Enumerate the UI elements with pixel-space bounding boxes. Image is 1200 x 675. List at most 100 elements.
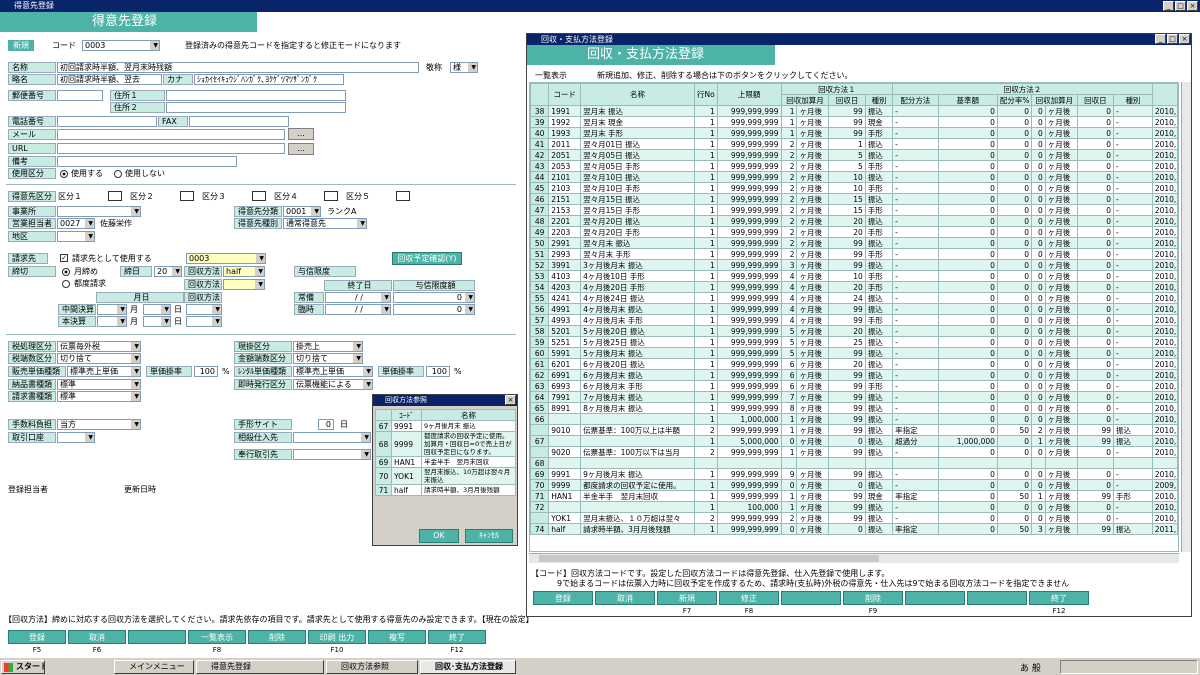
type-select[interactable]: 通常得意先 ▼ <box>283 218 367 229</box>
table-row[interactable]: 59 5251 5ヶ月後25日 振込 1 999,999,999 5 ヶ月後 25 振込 -0 0 0… <box>530 336 1178 348</box>
mid-day-select[interactable]: ▼ <box>143 304 171 315</box>
contra-select[interactable]: ▼ <box>293 449 371 460</box>
rate2-input[interactable]: 100 <box>426 366 450 377</box>
mid-collect-select[interactable]: ▼ <box>186 304 222 315</box>
popup-row[interactable]: 67 9991 9ヶ月後月末 振込 <box>375 420 516 432</box>
popup-close-button[interactable]: × <box>505 395 516 405</box>
address2-input[interactable] <box>166 102 346 113</box>
table-row[interactable]: 62 6991 6ヶ月後月末 振込 1 999,999,999 6 ヶ月後 99 振込 -0 0 0 ヶ… <box>530 369 1178 381</box>
cutoff-month-radio[interactable] <box>62 268 70 276</box>
table-row[interactable]: 72 1 100,000 1 ヶ月後 99 振込 -0 0 0 ヶ月後 0-2010, <box>530 501 1178 513</box>
table-row[interactable]: YOK1 翌月末振込、１０万超は翌々 2 999,999,999 2 ヶ月後 99 振込 -0 0… <box>530 512 1178 524</box>
mail-input[interactable] <box>57 129 285 140</box>
table-row[interactable]: 45 2103 翌々月10日 手形 1 999,999,999 2 ヶ月後 10 手形 -0 0 0 ヶ… <box>530 182 1178 194</box>
collection-confirm-button[interactable]: 回収予定確認(Y) <box>392 252 462 265</box>
bill-checkbox[interactable]: ✓ <box>60 254 68 262</box>
table-row[interactable]: 67 1 5,000,000 0 ヶ月後 0 振込 超過分 1,000,000 0 1 ヶ月後 99 振込… <box>530 435 1178 447</box>
taskbar-item[interactable]: メインメニュー 0001 集レ... <box>114 660 194 674</box>
horizontal-scrollbar[interactable] <box>529 553 1179 563</box>
regular-credit-select[interactable]: 0 ▼ <box>393 292 475 303</box>
table-row[interactable]: 51 2993 翌々月末 手形 1 999,999,999 2 ヶ月後 99 手形 -0 0 0 ヶ月後… <box>530 248 1178 260</box>
table-row[interactable]: 42 2051 翌々月05日 振込 1 999,999,999 2 ヶ月後 5 振込 -0 0 0 ヶ月… <box>530 149 1178 161</box>
note-site-input[interactable]: 0 <box>318 419 334 430</box>
sale-price-select[interactable]: 標準売上単価 ▼ <box>67 366 141 377</box>
fax-input[interactable] <box>189 116 289 127</box>
class5-checkbox[interactable] <box>396 191 410 201</box>
pay-fkey-5[interactable]: 削除 F9 <box>843 591 903 619</box>
taskbar-item[interactable]: 回収方法参照 <box>326 660 418 674</box>
url-input[interactable] <box>57 143 285 154</box>
table-row[interactable]: 64 7991 7ヶ月後月末 振込 1 999,999,999 7 ヶ月後 99 振込 -0 0 0 ヶ… <box>530 391 1178 403</box>
table-row[interactable]: 74 half 請求時半額、3月月後残額 1 999,999,999 0 ヶ月後 0 振込 率指定… <box>530 523 1178 535</box>
table-row[interactable]: 54 4203 4ヶ月後20日 手形 1 999,999,999 4 ヶ月後 20 手形 -0 0 0… <box>530 281 1178 293</box>
mail-browse-button[interactable]: ... <box>288 128 314 140</box>
tax-round-select[interactable]: 切り捨て ▼ <box>57 353 141 364</box>
table-row[interactable]: 41 2011 翌々月01日 振込 1 999,999,999 2 ヶ月後 1 振込 -0 0 0 ヶ月… <box>530 138 1178 150</box>
class2-checkbox[interactable] <box>180 191 194 201</box>
table-row[interactable]: 53 4103 4ヶ月後10日 手形 1 999,999,999 4 ヶ月後 10 手形 -0 0 0… <box>530 270 1178 282</box>
temp-credit-select[interactable]: 0 ▼ <box>393 304 475 315</box>
table-row[interactable]: 50 2991 翌々月末 振込 1 999,999,999 2 ヶ月後 99 振込 -0 0 0 ヶ月後… <box>530 237 1178 249</box>
main-fkey-0[interactable]: 登録 F5 <box>8 630 66 658</box>
vertical-scrollbar[interactable] <box>1181 82 1191 552</box>
table-row[interactable]: 60 5991 5ヶ月後月末 振込 1 999,999,999 5 ヶ月後 99 振込 -0 0 0 ヶ… <box>530 347 1178 359</box>
table-row[interactable]: 43 2053 翌々月05日 手形 1 999,999,999 2 ヶ月後 5 手形 -0 0 0 ヶ月… <box>530 160 1178 172</box>
main-fkey-3[interactable]: 一覧表示 F8 <box>188 630 246 658</box>
cash-select[interactable]: 掛売上 ▼ <box>293 341 363 352</box>
rate-input[interactable]: 100 <box>194 366 218 377</box>
main-day-select[interactable]: ▼ <box>143 316 171 327</box>
popup-ok-button[interactable]: OK <box>419 529 459 543</box>
table-row[interactable]: 65 8991 8ヶ月後月末 振込 1 999,999,999 8 ヶ月後 99 振込 -0 0 0 ヶ… <box>530 402 1178 414</box>
instant-select[interactable]: 伝票機能による ▼ <box>293 379 373 390</box>
main-fkey-6[interactable]: 複写 <box>368 630 426 658</box>
table-row[interactable]: 63 6993 6ヶ月後月末 手形 1 999,999,999 6 ヶ月後 99 手形 -0 0 0 ヶ… <box>530 380 1178 392</box>
table-row[interactable]: 68 <box>530 457 1178 469</box>
url-browse-button[interactable]: ... <box>288 143 314 155</box>
amount-round-select[interactable]: 切り捨て ▼ <box>293 353 363 364</box>
table-row[interactable]: 39 1992 翌月末 現金 1 999,999,999 1 ヶ月後 99 現金 -0 0 0 ヶ月後 0… <box>530 116 1178 128</box>
note-input[interactable] <box>57 156 237 167</box>
pay-close-button[interactable]: × <box>1179 34 1190 44</box>
main-fkey-5[interactable]: 印刷 出力 F10 <box>308 630 366 658</box>
pay-fkey-4[interactable] <box>781 591 841 619</box>
bill-code-select[interactable]: 0003 ▼ <box>186 253 266 264</box>
pay-fkey-1[interactable]: 取消 <box>595 591 655 619</box>
main-fkey-2[interactable] <box>128 630 186 658</box>
table-row[interactable]: 9020 伝票基準：100万以下は当月 2 999,999,999 1 ヶ月後 99 振込 -0… <box>530 446 1178 458</box>
office-select[interactable]: ▼ <box>57 206 141 217</box>
delivery-select[interactable]: 標準 ▼ <box>57 379 141 390</box>
table-row[interactable]: 56 4991 4ヶ月後月末 振込 1 999,999,999 4 ヶ月後 99 振込 -0 0 0 ヶ… <box>530 303 1178 315</box>
table-row[interactable]: 48 2201 翌々月20日 振込 1 999,999,999 2 ヶ月後 20 振込 -0 0 0 ヶ… <box>530 215 1178 227</box>
class4-checkbox[interactable] <box>324 191 338 201</box>
class1-checkbox[interactable] <box>108 191 122 201</box>
popup-row[interactable]: 69 HAN1 半金半手 翌月末回収 <box>375 456 516 468</box>
table-row[interactable]: 46 2151 翌々月15日 振込 1 999,999,999 2 ヶ月後 15 振込 -0 0 0 ヶ… <box>530 193 1178 205</box>
offset-select[interactable]: ▼ <box>293 432 371 443</box>
table-row[interactable]: 61 6201 6ヶ月後20日 振込 1 999,999,999 6 ヶ月後 20 振込 -0 0 0… <box>530 358 1178 370</box>
close-button[interactable]: × <box>1187 1 1198 11</box>
rental-select[interactable]: 標準売上単価 ▼ <box>293 366 373 377</box>
main-month-select[interactable]: ▼ <box>97 316 127 327</box>
pay-fkey-2[interactable]: 新規 F7 <box>657 591 717 619</box>
fee-select[interactable]: 当方 ▼ <box>57 419 141 430</box>
popup-row[interactable]: 68 9999 都度請求の回収予定に使用。加算月・回収日=0で売上日が回収予定日にな… <box>375 431 516 457</box>
popup-cancel-button[interactable]: ｷｬﾝｾﾙ <box>465 529 513 543</box>
table-row[interactable]: 57 4993 4ヶ月後月末 手形 1 999,999,999 4 ヶ月後 99 手形 -0 0 0 ヶ… <box>530 314 1178 326</box>
table-row[interactable]: 9010 伝票基準：100万以上は半額 2 999,999,999 1 ヶ月後 99 振込 率指… <box>530 424 1178 436</box>
invoice-select[interactable]: 標準 ▼ <box>57 391 141 402</box>
table-row[interactable]: 55 4241 4ヶ月後24日 振込 1 999,999,999 4 ヶ月後 24 振込 -0 0 0… <box>530 292 1178 304</box>
main-fkey-1[interactable]: 取消 F6 <box>68 630 126 658</box>
regular-date-select[interactable]: / / ▼ <box>325 292 391 303</box>
cutoff-each-radio[interactable] <box>62 280 70 288</box>
area-select[interactable]: ▼ <box>57 231 95 242</box>
main-collect-select[interactable]: ▼ <box>186 316 222 327</box>
table-row[interactable]: 49 2203 翌々月20日 手形 1 999,999,999 2 ヶ月後 20 手形 -0 0 0 ヶ… <box>530 226 1178 238</box>
table-row[interactable]: 44 2101 翌々月10日 振込 1 999,999,999 2 ヶ月後 10 振込 -0 0 0 ヶ… <box>530 171 1178 183</box>
popup-row[interactable]: 70 YOK1 翌月末振込、10万超は翌々月末振込 <box>375 467 516 485</box>
tax-select[interactable]: 伝票毎外税 ▼ <box>57 341 141 352</box>
table-row[interactable]: 71 HAN1 半金半手 翌月末回収 1 999,999,999 1 ヶ月後 99 現金 率指定 0… <box>530 490 1178 502</box>
code-select[interactable]: 0003 ▼ <box>82 40 160 51</box>
zip-input[interactable] <box>57 90 103 101</box>
table-row[interactable]: 47 2153 翌々月15日 手形 1 999,999,999 2 ヶ月後 15 手形 -0 0 0 ヶ… <box>530 204 1178 216</box>
table-row[interactable]: 38 1991 翌月末 振込 1 999,999,999 1 ヶ月後 99 振込 -0 0 0 ヶ月後 0… <box>530 105 1178 117</box>
